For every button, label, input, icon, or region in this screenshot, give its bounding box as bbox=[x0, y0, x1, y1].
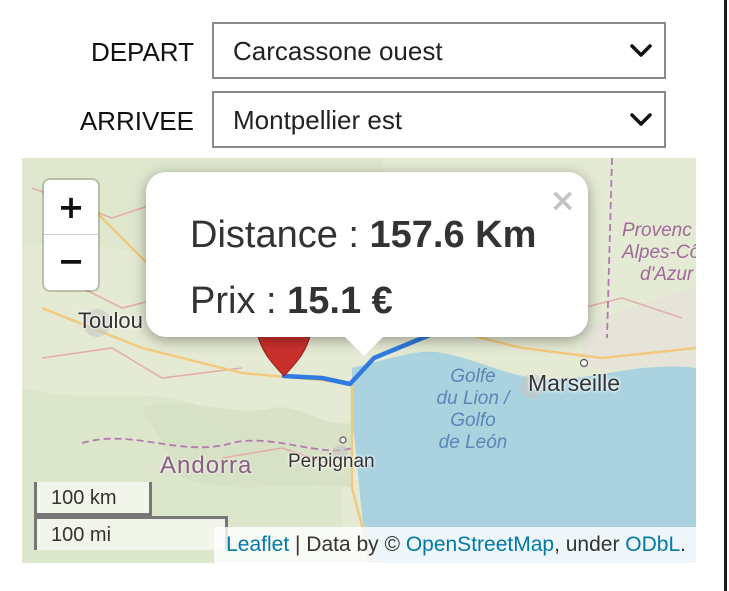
depart-select-value: Carcassone ouest bbox=[233, 36, 443, 66]
zoom-out-button[interactable]: − bbox=[44, 235, 98, 290]
zoom-control: + − bbox=[44, 180, 98, 290]
distance-value: 157.6 Km bbox=[369, 214, 537, 256]
depart-row: DEPART Carcassone ouest bbox=[0, 22, 700, 82]
chevron-down-icon bbox=[630, 44, 652, 57]
scale-bar-km: 100 km bbox=[34, 482, 152, 516]
page-right-border bbox=[724, 0, 727, 591]
map-label-andorra: Andorra bbox=[160, 452, 253, 479]
attribution-sep: | Data by © bbox=[289, 533, 406, 556]
map-label-toulouse: Toulou bbox=[78, 308, 143, 333]
arrivee-row: ARRIVEE Montpellier est bbox=[0, 91, 700, 151]
leaflet-link[interactable]: Leaflet bbox=[226, 533, 289, 556]
distance-label: Distance : bbox=[190, 214, 370, 256]
odbl-link[interactable]: ODbL bbox=[625, 533, 680, 556]
map-label-perpignan: Perpignan bbox=[288, 451, 375, 472]
map-container[interactable]: Toulou Marseille Perpignan Andorra Golfe… bbox=[22, 158, 696, 563]
zoom-in-button[interactable]: + bbox=[44, 180, 98, 235]
price-line: Prix : 15.1 € bbox=[190, 280, 393, 323]
distance-line: Distance : 157.6 Km bbox=[190, 214, 536, 257]
map-attribution: Leaflet | Data by © OpenStreetMap, under… bbox=[214, 527, 696, 563]
chevron-down-icon bbox=[630, 113, 652, 126]
arrivee-label: ARRIVEE bbox=[79, 106, 194, 136]
depart-select[interactable]: Carcassone ouest bbox=[212, 22, 666, 79]
price-label: Prix : bbox=[190, 280, 288, 322]
arrivee-select[interactable]: Montpellier est bbox=[212, 91, 666, 148]
map-label-golfe: Golfe du Lion / Golfo de León bbox=[436, 366, 510, 453]
openstreetmap-link[interactable]: OpenStreetMap bbox=[406, 533, 554, 556]
popup-tip bbox=[344, 336, 384, 356]
route-info-popup: × Distance : 157.6 Km Prix : 15.1 € bbox=[146, 172, 588, 337]
close-icon[interactable]: × bbox=[549, 180, 576, 220]
arrivee-select-value: Montpellier est bbox=[233, 105, 403, 135]
attribution-end: . bbox=[680, 533, 686, 556]
attribution-under: , under bbox=[554, 533, 626, 556]
map-label-marseille: Marseille bbox=[528, 370, 621, 396]
scale-bar-mi: 100 mi bbox=[34, 516, 228, 550]
depart-label: DEPART bbox=[90, 37, 194, 67]
map-label-provence: Provenc Alpes-Cô d'Azur bbox=[622, 220, 696, 285]
price-value: 15.1 € bbox=[287, 280, 393, 322]
